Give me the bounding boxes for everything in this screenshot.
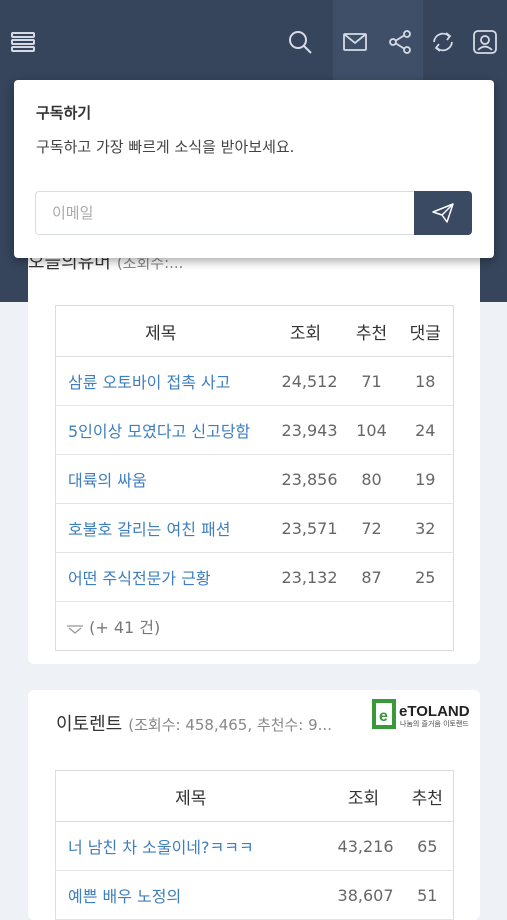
table-row[interactable]: 삼륜 오토바이 접촉 사고 24,512 71 18 [55, 356, 454, 406]
post-title-link[interactable]: 예쁜 배우 노정의 [55, 870, 326, 920]
chevron-down-icon [67, 624, 83, 634]
col-header-views: 조회 [325, 770, 402, 822]
svg-text:나눔의 즐거움 이토랜드: 나눔의 즐거움 이토랜드 [400, 719, 469, 728]
profile-icon[interactable] [465, 22, 505, 62]
table-header-row: 제목 조회 추천 댓글 [55, 305, 454, 357]
col-header-likes: 추천 [401, 770, 454, 822]
refresh-icon[interactable] [423, 22, 463, 62]
post-table: 제목 조회 추천 너 남친 차 소울이네?ㅋㅋㅋ 43,216 65 예쁜 배우… [55, 770, 454, 920]
svg-text:e: e [379, 708, 388, 725]
table-row[interactable]: 5인이상 모였다고 신고당함 23,943 104 24 [55, 405, 454, 455]
table-row[interactable]: 예쁜 배우 노정의 38,607 51 [55, 870, 454, 920]
post-views: 38,607 [325, 870, 402, 920]
share-icon[interactable] [380, 22, 420, 62]
post-comments: 24 [397, 405, 454, 455]
subscribe-popup: 구독하기 구독하고 가장 빠르게 소식을 받아보세요. [14, 80, 494, 258]
post-views: 24,512 [265, 356, 346, 406]
post-views: 43,216 [325, 821, 402, 871]
post-likes: 72 [345, 503, 398, 553]
post-views: 23,571 [265, 503, 346, 553]
post-title-link[interactable]: 대륙의 싸움 [55, 454, 266, 504]
more-row[interactable]: (+ 41 건) [56, 602, 454, 651]
post-likes: 71 [345, 356, 398, 406]
more-count: (+ 41 건) [89, 618, 161, 637]
table-row[interactable]: 호불호 갈리는 여친 패션 23,571 72 32 [55, 503, 454, 553]
col-header-title: 제목 [55, 305, 266, 357]
post-views: 23,856 [265, 454, 346, 504]
post-title-link[interactable]: 너 남친 차 소울이네?ㅋㅋㅋ [55, 821, 326, 871]
paper-plane-icon [432, 203, 454, 223]
post-title-link[interactable]: 어떤 주식전문가 근황 [55, 552, 266, 602]
table-header-row: 제목 조회 추천 [55, 770, 454, 822]
more-button[interactable]: (+ 41 건) [56, 602, 454, 651]
popup-title: 구독하기 [36, 104, 92, 122]
post-comments: 18 [397, 356, 454, 406]
post-likes: 104 [345, 405, 398, 455]
mail-icon[interactable] [335, 22, 375, 62]
post-title-link[interactable]: 5인이상 모였다고 신고당함 [55, 405, 266, 455]
svg-text:eTOLAND: eTOLAND [399, 703, 470, 720]
search-icon[interactable] [280, 22, 320, 62]
post-table: 제목 조회 추천 댓글 삼륜 오토바이 접촉 사고 24,512 71 18 5… [55, 305, 454, 651]
menu-icon[interactable] [3, 22, 43, 62]
post-title-link[interactable]: 삼륜 오토바이 접촉 사고 [55, 356, 266, 406]
col-header-views: 조회 [265, 305, 346, 357]
table-row[interactable]: 대륙의 싸움 23,856 80 19 [55, 454, 454, 504]
card-title: 이토렌트 (조회수: 458,465, 추천수: 9... [56, 714, 332, 735]
col-header-comments: 댓글 [397, 305, 454, 357]
col-header-title: 제목 [55, 770, 326, 822]
post-comments: 19 [397, 454, 454, 504]
etoland-logo: e eTOLAND 나눔의 즐거움 이토랜드 [372, 699, 470, 729]
post-likes: 87 [345, 552, 398, 602]
post-likes: 51 [401, 870, 454, 920]
post-comments: 25 [397, 552, 454, 602]
post-views: 23,132 [265, 552, 346, 602]
table-row[interactable]: 어떤 주식전문가 근황 23,132 87 25 [55, 552, 454, 602]
table-row[interactable]: 너 남친 차 소울이네?ㅋㅋㅋ 43,216 65 [55, 821, 454, 871]
col-header-likes: 추천 [345, 305, 398, 357]
popup-description: 구독하고 가장 빠르게 소식을 받아보세요. [36, 138, 295, 156]
post-likes: 80 [345, 454, 398, 504]
send-button[interactable] [414, 191, 472, 235]
post-title-link[interactable]: 호불호 갈리는 여친 패션 [55, 503, 266, 553]
email-input[interactable] [35, 191, 415, 235]
post-views: 23,943 [265, 405, 346, 455]
post-comments: 32 [397, 503, 454, 553]
post-likes: 65 [401, 821, 454, 871]
